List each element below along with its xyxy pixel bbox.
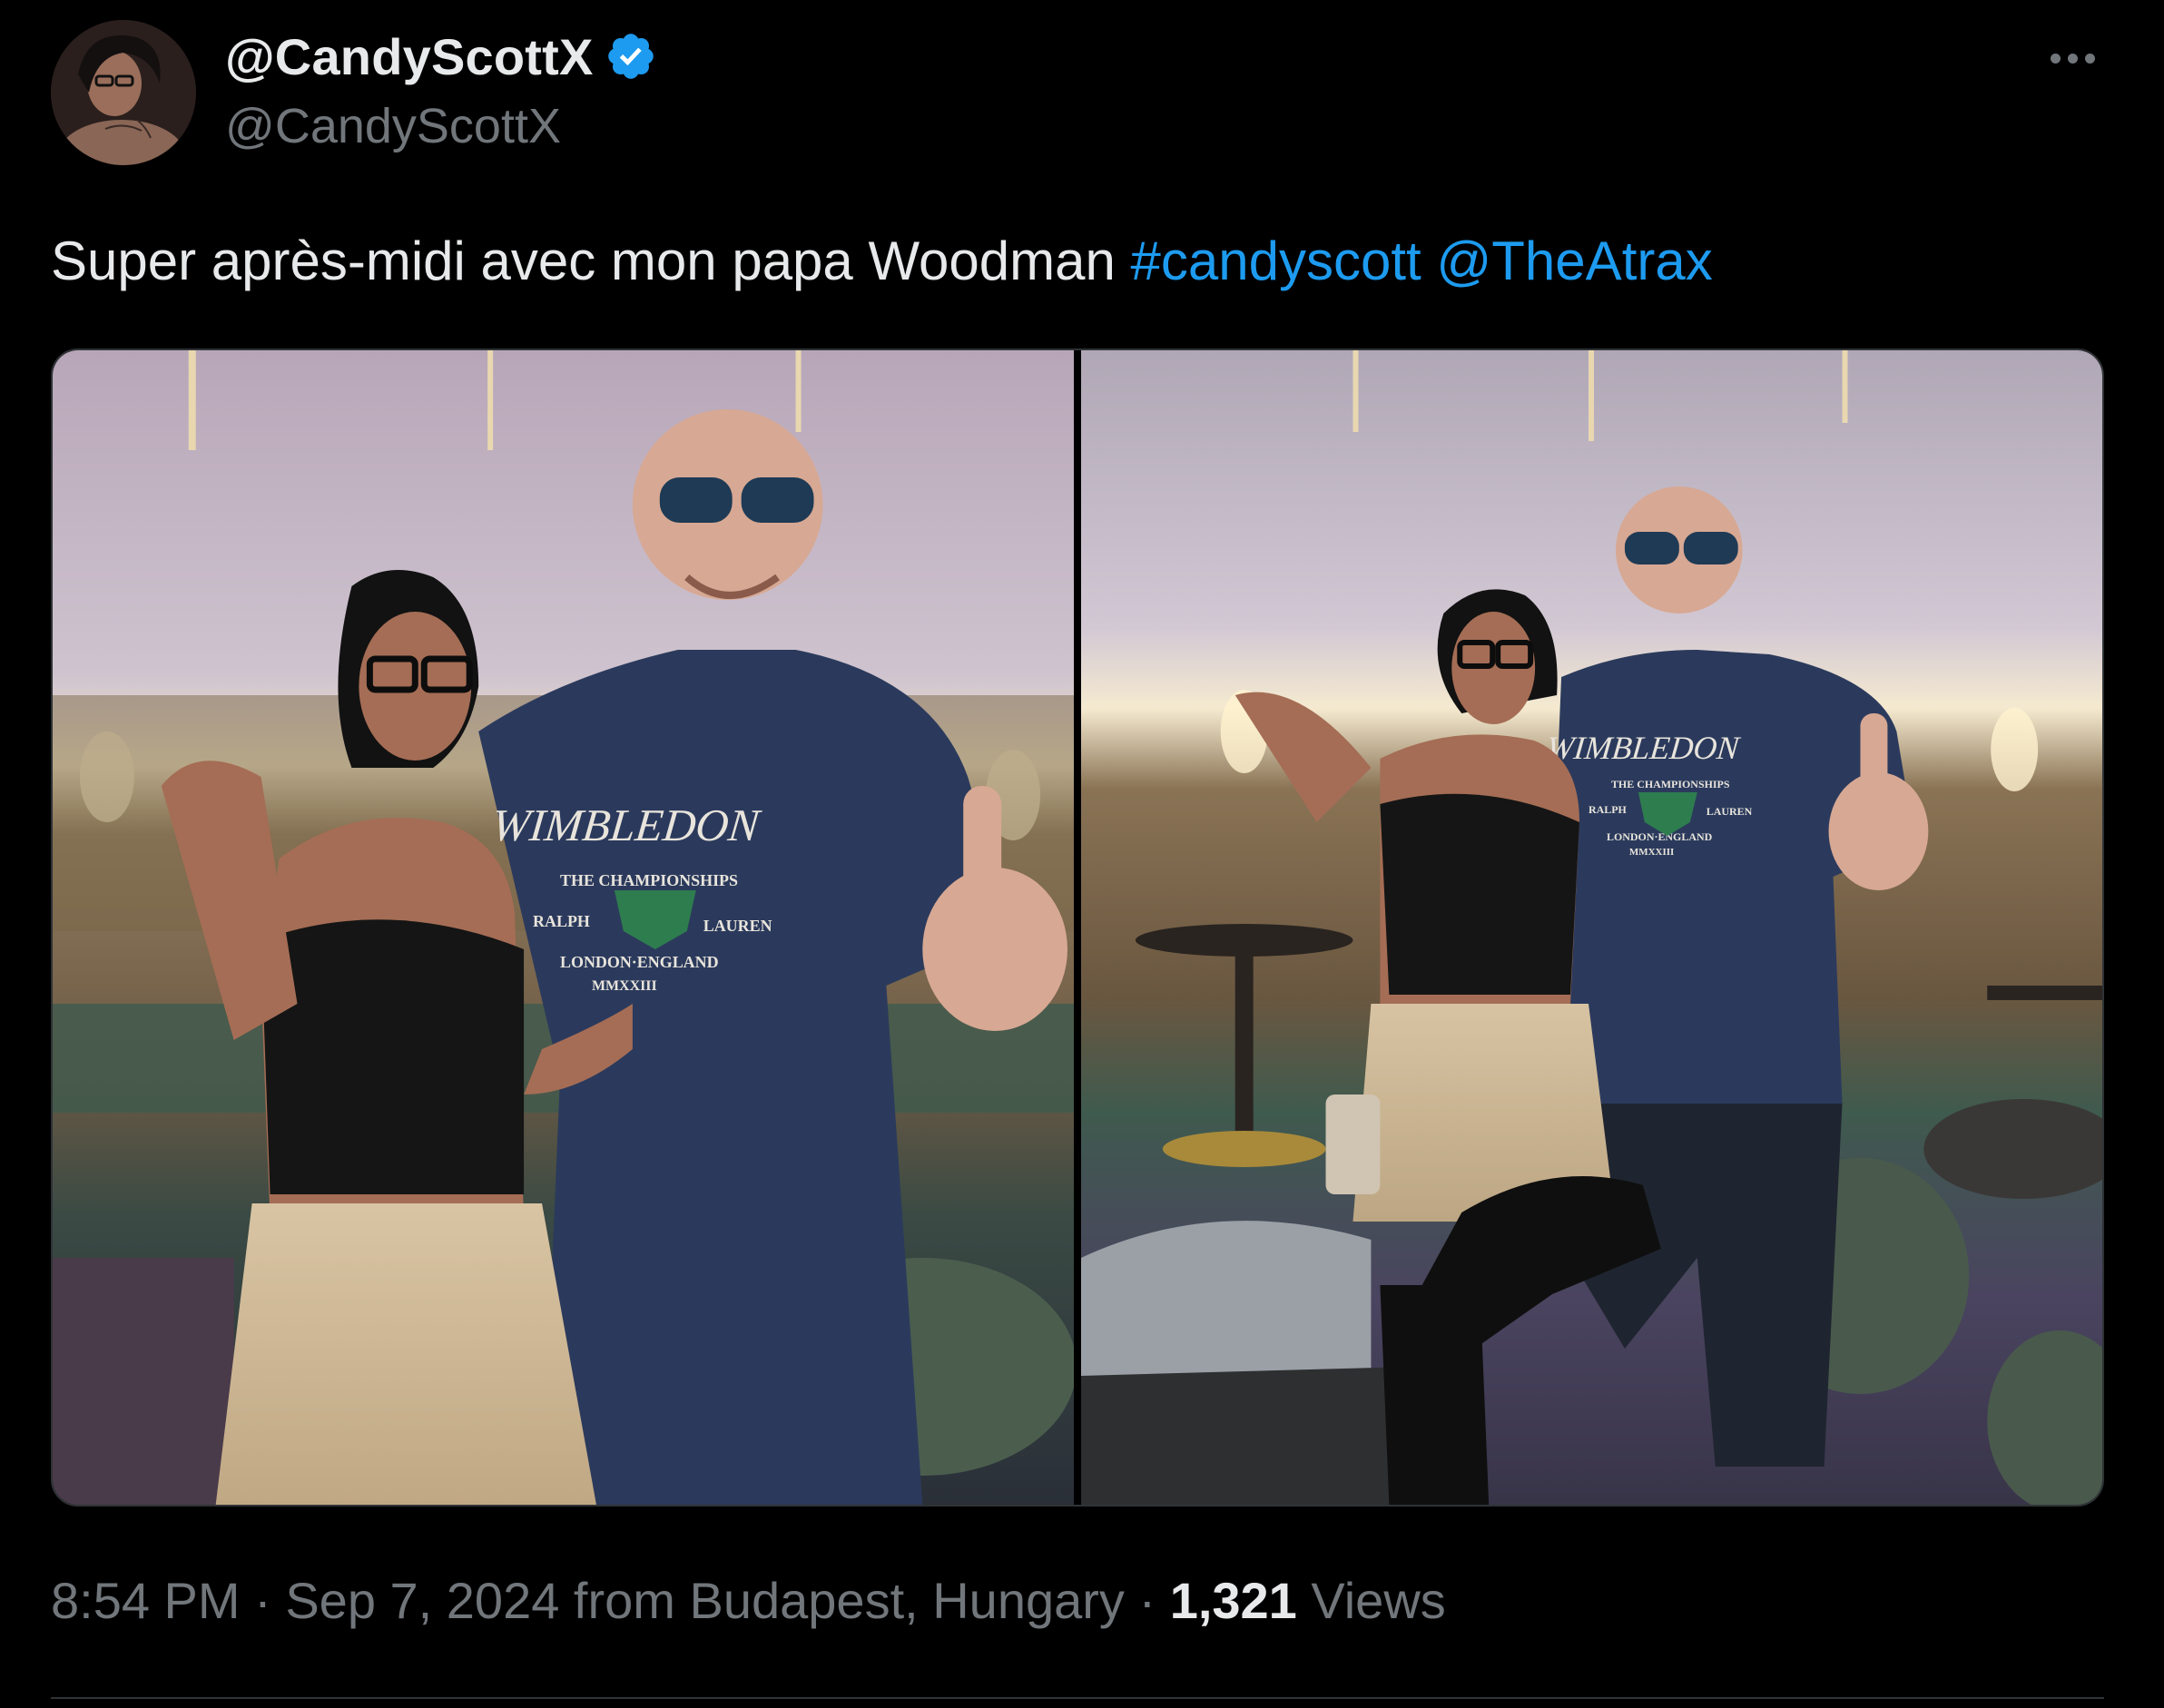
svg-text:WIMBLEDON: WIMBLEDON (1545, 730, 1743, 766)
tweet-text: Super après-midi avec mon papa Woodman #… (51, 225, 1713, 298)
svg-text:LAUREN: LAUREN (1707, 805, 1753, 818)
meta-separator: · (240, 1572, 286, 1629)
verified-badge-icon (607, 34, 654, 79)
ellipsis-icon (2067, 53, 2078, 64)
tweet-date[interactable]: Sep 7, 2024 (285, 1572, 559, 1629)
hashtag-link[interactable]: #candyscott (1131, 231, 1421, 291)
tweet-time[interactable]: 8:54 PM (51, 1572, 241, 1629)
svg-text:WIMBLEDON: WIMBLEDON (489, 800, 763, 850)
ellipsis-icon (2084, 53, 2095, 64)
svg-text:RALPH: RALPH (533, 912, 590, 930)
svg-text:LAUREN: LAUREN (703, 917, 772, 935)
more-options-button[interactable] (2039, 36, 2106, 80)
tweet-meta: 8:54 PM · Sep 7, 2024 from Budapest, Hun… (51, 1568, 1446, 1634)
ellipsis-icon (2050, 53, 2061, 64)
svg-text:LONDON·ENGLAND: LONDON·ENGLAND (1607, 830, 1713, 843)
media-photo-1[interactable]: WIMBLEDON THE CHAMPIONSHIPS RALPH LAUREN… (53, 350, 1074, 1505)
tweet: @CandyScottX @CandyScottX Super après-mi… (0, 0, 2164, 1708)
svg-text:MMXXIII: MMXXIII (592, 978, 657, 994)
avatar[interactable] (51, 20, 196, 165)
svg-text:RALPH: RALPH (1589, 803, 1628, 816)
svg-text:THE CHAMPIONSHIPS: THE CHAMPIONSHIPS (560, 871, 738, 889)
tweet-location: from Budapest, Hungary (559, 1572, 1125, 1629)
divider (51, 1697, 2104, 1699)
author-name-row: @CandyScottX (225, 24, 657, 89)
author-handle[interactable]: @CandyScottX (225, 98, 561, 154)
mention-link[interactable]: @TheAtrax (1436, 231, 1712, 291)
author-display-name[interactable]: @CandyScottX (225, 27, 594, 86)
media-grid: WIMBLEDON THE CHAMPIONSHIPS RALPH LAUREN… (51, 348, 2104, 1507)
svg-text:MMXXIII: MMXXIII (1629, 847, 1674, 858)
svg-text:LONDON·ENGLAND: LONDON·ENGLAND (560, 953, 719, 971)
photo-2-image: WIMBLEDON THE CHAMPIONSHIPS RALPH LAUREN… (1081, 350, 2102, 1505)
profile-photo-icon (51, 20, 196, 165)
media-photo-2[interactable]: WIMBLEDON THE CHAMPIONSHIPS RALPH LAUREN… (1081, 350, 2102, 1505)
svg-text:THE CHAMPIONSHIPS: THE CHAMPIONSHIPS (1611, 778, 1730, 790)
views-count: 1,321 (1169, 1572, 1297, 1629)
photo-1-image: WIMBLEDON THE CHAMPIONSHIPS RALPH LAUREN… (53, 350, 1074, 1505)
tweet-body: Super après-midi avec mon papa Woodman (51, 231, 1116, 291)
meta-separator: · (1124, 1572, 1170, 1629)
views-label: Views (1296, 1572, 1446, 1629)
